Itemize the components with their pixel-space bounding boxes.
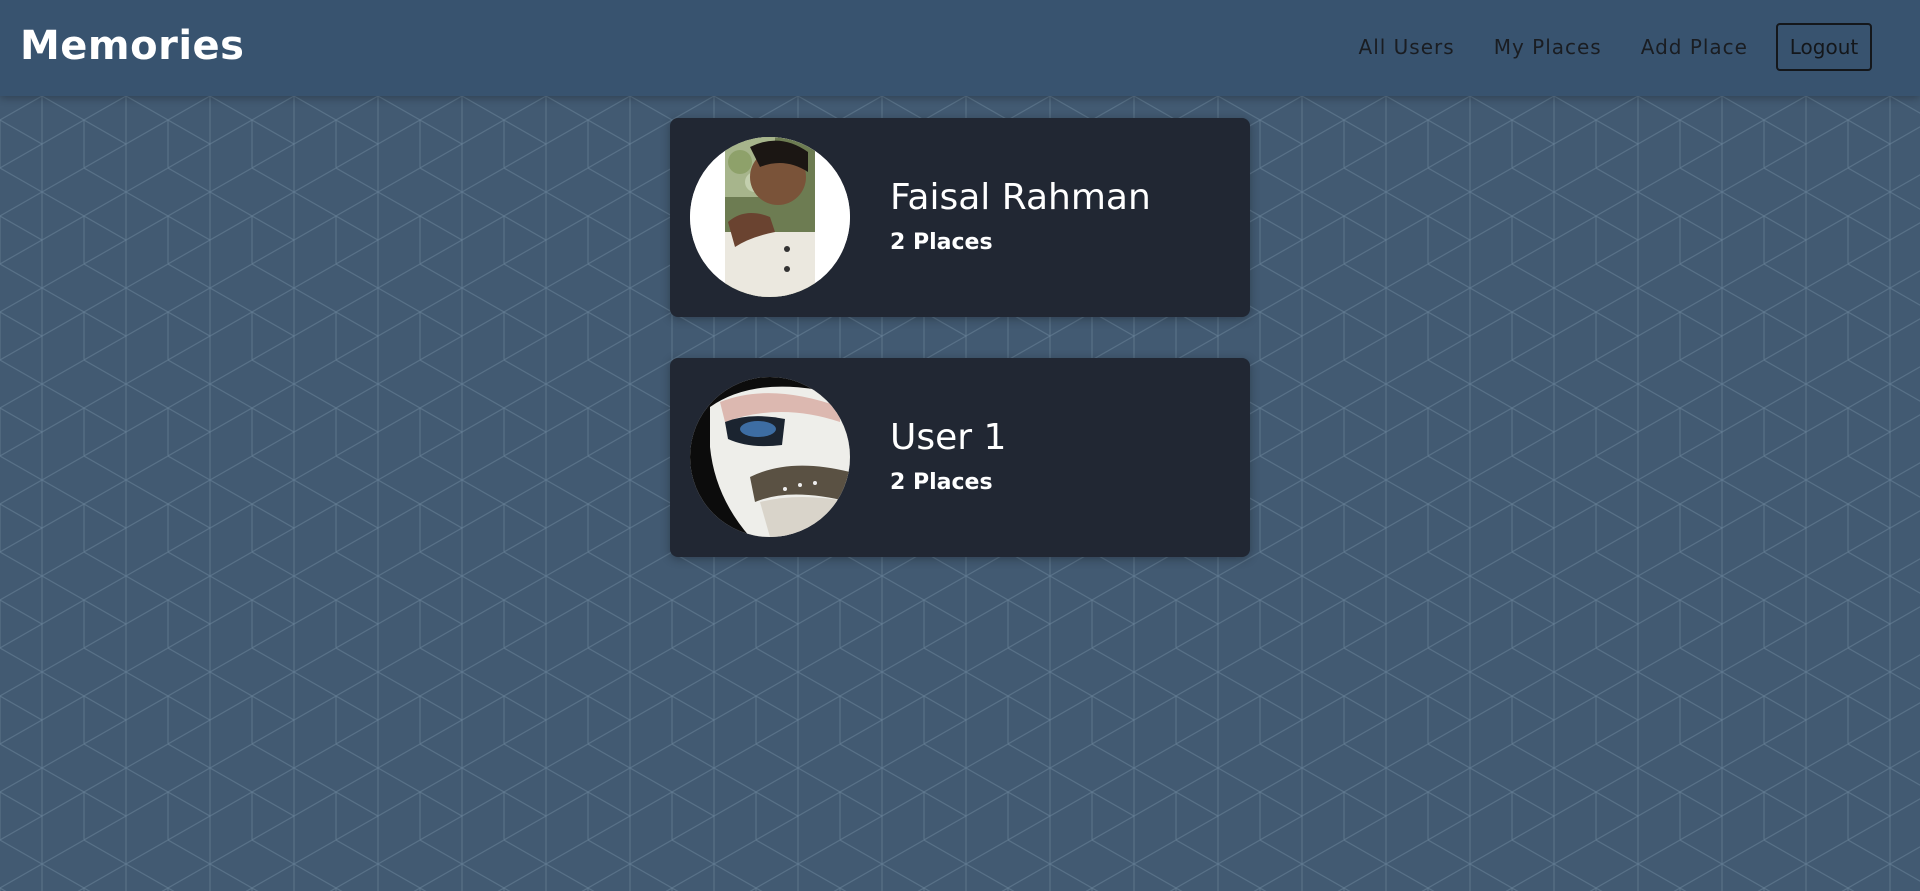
user-name: User 1 <box>890 417 1007 458</box>
logout-button[interactable]: Logout <box>1776 23 1872 71</box>
user-name: Faisal Rahman <box>890 177 1151 218</box>
user-places-count: 2 Places <box>890 470 993 495</box>
nav-my-places[interactable]: My Places <box>1494 22 1602 72</box>
user-places-count: 2 Places <box>890 230 993 255</box>
user-avatar <box>690 137 850 297</box>
user-avatar <box>690 377 850 537</box>
user-card[interactable]: Faisal Rahman 2 Places <box>670 118 1250 317</box>
users-list: Faisal Rahman 2 Places User 1 2 Places <box>670 118 1250 598</box>
app-logo[interactable]: Memories <box>20 22 244 70</box>
main-navigation: All Users My Places Add Place Logout <box>1320 22 1872 72</box>
main-header: Memories All Users My Places Add Place L… <box>0 0 1920 96</box>
nav-all-users[interactable]: All Users <box>1359 22 1455 72</box>
nav-add-place[interactable]: Add Place <box>1641 22 1748 72</box>
user-card[interactable]: User 1 2 Places <box>670 358 1250 557</box>
